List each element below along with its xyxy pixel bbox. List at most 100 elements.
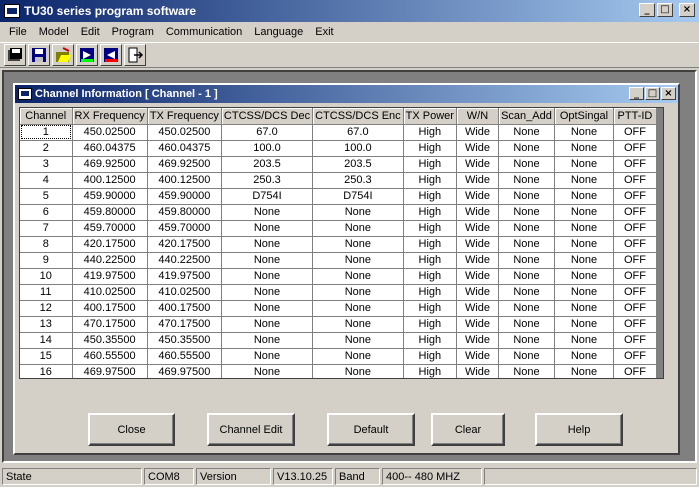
table-cell[interactable]: 100.0 [221,140,314,157]
table-cell[interactable]: 469.92500 [147,156,222,173]
table-cell[interactable]: None [312,316,404,333]
table-cell[interactable]: 12 [20,300,73,317]
table-cell[interactable]: Wide [456,364,499,378]
table-row[interactable]: 6 459.80000 459.80000 None None High Wide None N… [20,204,657,221]
menu-exit[interactable]: Exit [309,26,339,38]
table-cell[interactable]: High [403,300,457,317]
table-cell[interactable]: 459.70000 [72,220,148,237]
table-cell[interactable]: OFF [613,204,657,221]
table-cell[interactable]: None [498,348,555,365]
table-cell[interactable]: None [498,284,555,301]
table-cell[interactable]: Wide [456,348,499,365]
table-cell[interactable]: 250.3 [221,172,314,189]
table-cell[interactable]: 470.17500 [72,316,148,333]
table-cell[interactable]: 419.97500 [72,268,148,285]
table-cell[interactable]: 3 [20,156,73,173]
minimize-button[interactable]: _ [639,3,655,17]
table-cell[interactable]: 67.0 [221,124,314,141]
table-cell[interactable]: D754I [312,188,404,205]
table-cell[interactable]: 460.55500 [72,348,148,365]
table-cell[interactable]: None [498,316,555,333]
table-cell[interactable]: 4 [20,172,73,189]
table-cell[interactable]: None [498,156,555,173]
table-cell[interactable]: None [221,300,314,317]
table-cell[interactable]: OFF [613,284,657,301]
table-cell[interactable]: High [403,236,457,253]
close-button[interactable]: Close [88,413,175,446]
table-cell[interactable]: 6 [20,204,73,221]
table-cell[interactable]: 400.12500 [72,172,148,189]
table-cell[interactable]: High [403,332,457,349]
table-cell[interactable]: Wide [456,220,499,237]
app-title-bar[interactable]: TU30 series program software _ □ × [0,0,699,22]
table-cell[interactable]: OFF [613,332,657,349]
table-cell[interactable]: High [403,188,457,205]
table-cell[interactable]: High [403,268,457,285]
default-button[interactable]: Default [327,413,415,446]
read-icon[interactable] [76,44,98,66]
table-cell[interactable]: None [498,220,555,237]
table-cell[interactable]: None [554,172,614,189]
table-cell[interactable]: 420.17500 [72,236,148,253]
table-cell[interactable]: 9 [20,252,73,269]
table-cell[interactable]: OFF [613,140,657,157]
menu-edit[interactable]: Edit [75,26,106,38]
table-cell[interactable]: 8 [20,236,73,253]
table-cell[interactable]: None [312,348,404,365]
child-close-button[interactable]: × [661,87,676,100]
table-cell[interactable]: None [498,300,555,317]
close-window-button[interactable]: × [679,3,695,17]
table-row[interactable]: 10 419.97500 419.97500 None None High Wide None… [20,268,657,285]
menu-communication[interactable]: Communication [160,26,248,38]
table-cell[interactable]: None [221,268,314,285]
table-cell[interactable]: High [403,348,457,365]
table-cell[interactable]: 459.70000 [147,220,222,237]
table-cell[interactable]: None [312,364,404,378]
table-row[interactable]: 5 459.90000 459.90000 D754I D754I High Wide Non… [20,188,657,205]
table-cell[interactable]: Wide [456,316,499,333]
table-row[interactable]: 12 400.17500 400.17500 None None High Wide None… [20,300,657,317]
table-cell[interactable]: None [221,220,314,237]
table-cell[interactable]: None [221,364,314,378]
table-cell[interactable]: High [403,220,457,237]
table-cell[interactable]: None [554,204,614,221]
table-row[interactable]: 8 420.17500 420.17500 None None High Wide None N… [20,236,657,253]
table-cell[interactable]: 10 [20,268,73,285]
table-cell[interactable]: 469.97500 [147,364,222,378]
table-cell[interactable]: Wide [456,332,499,349]
table-cell[interactable]: 13 [20,316,73,333]
table-cell[interactable]: 1 [20,124,73,141]
table-cell[interactable]: Wide [456,156,499,173]
table-cell[interactable]: 400.17500 [147,300,222,317]
table-row[interactable]: 1 450.02500 450.02500 67.0 67.0 High Wide None N… [20,124,657,141]
channel-info-title-bar[interactable]: Channel Information [ Channel - 1 ] _ □ … [15,85,678,103]
menu-program[interactable]: Program [106,26,160,38]
table-cell[interactable]: OFF [613,252,657,269]
table-cell[interactable]: Wide [456,124,499,141]
table-cell[interactable]: OFF [613,348,657,365]
table-cell[interactable]: None [498,172,555,189]
table-cell[interactable]: 470.17500 [147,316,222,333]
table-row[interactable]: 2 460.04375 460.04375 100.0 100.0 High Wide Non… [20,140,657,157]
table-cell[interactable]: None [554,348,614,365]
table-cell[interactable]: 11 [20,284,73,301]
table-row[interactable]: 11 410.02500 410.02500 None None High Wide None… [20,284,657,301]
table-cell[interactable]: None [498,236,555,253]
table-cell[interactable]: 459.80000 [72,204,148,221]
exit-icon[interactable] [124,44,146,66]
table-cell[interactable]: None [554,140,614,157]
table-cell[interactable]: None [498,252,555,269]
table-cell[interactable]: 16 [20,364,73,378]
column-header[interactable]: TX Frequency [147,108,222,125]
child-minimize-button[interactable]: _ [629,87,644,100]
table-row[interactable]: 4 400.12500 400.12500 250.3 250.3 High Wide Non… [20,172,657,189]
table-cell[interactable]: 459.90000 [147,188,222,205]
table-cell[interactable]: OFF [613,172,657,189]
column-header[interactable]: CTCSS/DCS Enc [312,108,404,125]
table-cell[interactable]: None [498,188,555,205]
table-cell[interactable]: 459.90000 [72,188,148,205]
table-cell[interactable]: 460.04375 [147,140,222,157]
table-cell[interactable]: 440.22500 [147,252,222,269]
table-cell[interactable]: None [554,188,614,205]
table-cell[interactable]: High [403,284,457,301]
